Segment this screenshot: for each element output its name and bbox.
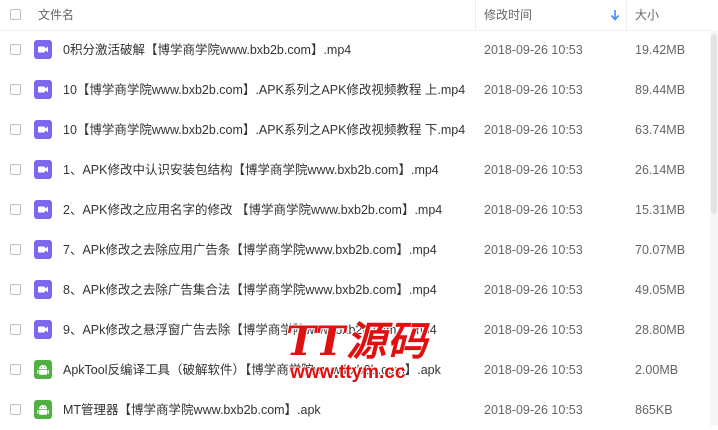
arrow-down-icon[interactable] xyxy=(610,9,620,21)
file-name[interactable]: ApkTool反编译工具（破解软件）【博学商学院www.bxb2b.com】.a… xyxy=(63,350,441,390)
video-camera-glyph xyxy=(38,86,48,93)
table-row[interactable]: 0积分激活破解【博学商学院www.bxb2b.com】.mp4 2018-09-2… xyxy=(0,30,718,70)
file-date: 2018-09-26 10:53 xyxy=(484,363,583,377)
file-date: 2018-09-26 10:53 xyxy=(484,403,583,417)
row-checkbox[interactable] xyxy=(10,84,21,95)
apk-file-icon xyxy=(34,360,52,379)
select-all-checkbox[interactable] xyxy=(10,9,21,20)
video-file-icon xyxy=(34,40,52,59)
table-row[interactable]: 2、APK修改之应用名字的修改 【博学商学院www.bxb2b.com】.mp4… xyxy=(0,190,718,230)
video-file-icon xyxy=(34,320,52,339)
video-file-icon xyxy=(34,240,52,259)
file-date: 2018-09-26 10:53 xyxy=(484,203,583,217)
video-camera-glyph xyxy=(38,206,48,213)
android-glyph xyxy=(37,405,49,415)
file-size: 28.80MB xyxy=(635,323,686,337)
file-name[interactable]: 10【博学商学院www.bxb2b.com】.APK系列之APK修改视频教程 上… xyxy=(63,70,465,110)
row-checkbox[interactable] xyxy=(10,124,21,135)
file-size: 89.44MB xyxy=(635,83,686,97)
video-camera-glyph xyxy=(38,46,48,53)
row-checkbox[interactable] xyxy=(10,204,21,215)
file-list-header: 文件名 修改时间 大小 xyxy=(0,0,718,31)
apk-file-icon xyxy=(34,400,52,419)
table-row[interactable]: 9、APk修改之悬浮窗广告去除【博学商学院www.bxb2b.com】.mp4 2… xyxy=(0,310,718,350)
row-checkbox[interactable] xyxy=(10,44,21,55)
table-row[interactable]: ApkTool反编译工具（破解软件）【博学商学院www.bxb2b.com】.a… xyxy=(0,350,718,390)
table-row[interactable]: MT管理器【博学商学院www.bxb2b.com】.apk 2018-09-26 … xyxy=(0,390,718,430)
table-row[interactable]: 7、APk修改之去除应用广告条【博学商学院www.bxb2b.com】.mp4 2… xyxy=(0,230,718,270)
column-divider xyxy=(626,0,627,30)
row-checkbox[interactable] xyxy=(10,164,21,175)
file-size: 865KB xyxy=(635,403,673,417)
file-name[interactable]: 10【博学商学院www.bxb2b.com】.APK系列之APK修改视频教程 下… xyxy=(63,110,465,150)
table-row[interactable]: 10【博学商学院www.bxb2b.com】.APK系列之APK修改视频教程 上… xyxy=(0,70,718,110)
table-row[interactable]: 8、APk修改之去除广告集合法【博学商学院www.bxb2b.com】.mp4 2… xyxy=(0,270,718,310)
file-size: 2.00MB xyxy=(635,363,679,377)
row-checkbox[interactable] xyxy=(10,284,21,295)
file-date: 2018-09-26 10:53 xyxy=(484,163,583,177)
file-name[interactable]: 8、APk修改之去除广告集合法【博学商学院www.bxb2b.com】.mp4 xyxy=(63,270,437,310)
scrollbar-thumb[interactable] xyxy=(711,34,717,214)
file-date: 2018-09-26 10:53 xyxy=(484,43,583,57)
row-checkbox[interactable] xyxy=(10,364,21,375)
file-date: 2018-09-26 10:53 xyxy=(484,243,583,257)
file-size: 70.07MB xyxy=(635,243,686,257)
file-date: 2018-09-26 10:53 xyxy=(484,123,583,137)
file-date: 2018-09-26 10:53 xyxy=(484,83,583,97)
table-row[interactable]: 10【博学商学院www.bxb2b.com】.APK系列之APK修改视频教程 下… xyxy=(0,110,718,150)
file-size: 19.42MB xyxy=(635,43,686,57)
video-camera-glyph xyxy=(38,326,48,333)
video-file-icon xyxy=(34,200,52,219)
column-header-date[interactable]: 修改时间 xyxy=(484,0,532,30)
video-file-icon xyxy=(34,160,52,179)
video-camera-glyph xyxy=(38,286,48,293)
file-name[interactable]: MT管理器【博学商学院www.bxb2b.com】.apk xyxy=(63,390,321,430)
file-size: 63.74MB xyxy=(635,123,686,137)
row-checkbox[interactable] xyxy=(10,324,21,335)
video-camera-glyph xyxy=(38,166,48,173)
file-size: 49.05MB xyxy=(635,283,686,297)
video-file-icon xyxy=(34,120,52,139)
file-name[interactable]: 7、APk修改之去除应用广告条【博学商学院www.bxb2b.com】.mp4 xyxy=(63,230,437,270)
column-divider xyxy=(475,0,476,30)
file-name[interactable]: 1、APK修改中认识安装包结构【博学商学院www.bxb2b.com】.mp4 xyxy=(63,150,439,190)
file-name[interactable]: 9、APk修改之悬浮窗广告去除【博学商学院www.bxb2b.com】.mp4 xyxy=(63,310,437,350)
file-size: 26.14MB xyxy=(635,163,686,177)
video-camera-glyph xyxy=(38,126,48,133)
video-file-icon xyxy=(34,280,52,299)
file-name[interactable]: 0积分激活破解【博学商学院www.bxb2b.com】.mp4 xyxy=(63,30,351,70)
file-name[interactable]: 2、APK修改之应用名字的修改 【博学商学院www.bxb2b.com】.mp4 xyxy=(63,190,442,230)
table-row[interactable]: 1、APK修改中认识安装包结构【博学商学院www.bxb2b.com】.mp4 2… xyxy=(0,150,718,190)
row-checkbox[interactable] xyxy=(10,244,21,255)
file-size: 15.31MB xyxy=(635,203,686,217)
row-checkbox[interactable] xyxy=(10,404,21,415)
android-glyph xyxy=(37,365,49,375)
file-date: 2018-09-26 10:53 xyxy=(484,283,583,297)
column-header-size[interactable]: 大小 xyxy=(635,0,659,30)
file-date: 2018-09-26 10:53 xyxy=(484,323,583,337)
video-camera-glyph xyxy=(38,246,48,253)
video-file-icon xyxy=(34,80,52,99)
column-header-name[interactable]: 文件名 xyxy=(38,0,74,30)
